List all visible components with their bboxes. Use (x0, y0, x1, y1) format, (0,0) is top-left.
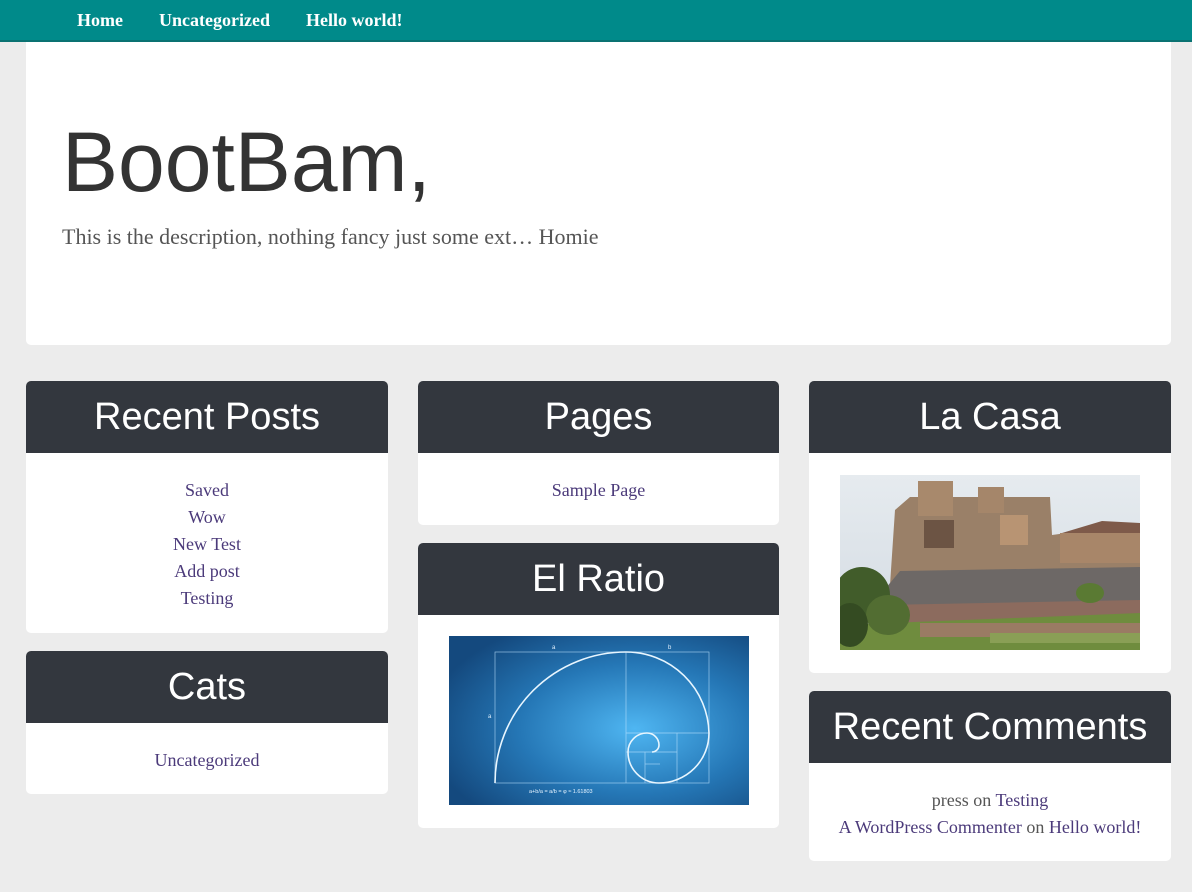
el-ratio-widget: El Ratio a b a a+b/a = a/b = φ ≈ 1.61803 (418, 543, 779, 828)
page-link[interactable]: Sample Page (552, 480, 645, 500)
categories-widget: Cats Uncategorized (26, 651, 388, 794)
site-description: This is the description, nothing fancy j… (62, 224, 599, 249)
top-navigation: Home Uncategorized Hello world! (0, 0, 1192, 42)
pages-list: Sample Page (418, 453, 779, 504)
recent-posts-widget: Recent Posts Saved Wow New Test Add post… (26, 381, 388, 633)
recent-comments-list: press on Testing A WordPress Commenter o… (809, 763, 1171, 841)
list-item: Saved (26, 477, 388, 504)
list-item: Uncategorized (26, 747, 388, 774)
nav-uncategorized-link[interactable]: Uncategorized (159, 10, 270, 31)
post-link[interactable]: Testing (181, 588, 234, 608)
post-link[interactable]: New Test (173, 534, 241, 554)
site-title: BootBam, (62, 115, 431, 209)
list-item: Wow (26, 504, 388, 531)
comment-post-link[interactable]: Hello world! (1049, 817, 1141, 837)
comment-post-link[interactable]: Testing (995, 790, 1048, 810)
widget-title: Recent Posts (26, 381, 388, 453)
ratio-formula: a+b/a = a/b = φ ≈ 1.61803 (529, 789, 593, 795)
list-item: New Test (26, 531, 388, 558)
widget-title: La Casa (809, 381, 1171, 453)
site-header: BootBam, This is the description, nothin… (26, 42, 1171, 345)
list-item: Testing (26, 585, 388, 612)
nav-hello-world-link[interactable]: Hello world! (306, 10, 403, 31)
recent-comments-widget: Recent Comments press on Testing A WordP… (809, 691, 1171, 861)
widget-title: Cats (26, 651, 388, 723)
comment-connector: on (1026, 817, 1045, 837)
post-link[interactable]: Add post (174, 561, 240, 581)
post-link[interactable]: Wow (188, 507, 226, 527)
recent-posts-list: Saved Wow New Test Add post Testing (26, 453, 388, 612)
widget-title: Recent Comments (809, 691, 1171, 763)
category-link[interactable]: Uncategorized (155, 750, 260, 770)
list-item: press on Testing (809, 787, 1171, 814)
comment-author-link[interactable]: A WordPress Commenter (839, 817, 1022, 837)
la-casa-widget: La Casa (809, 381, 1171, 673)
list-item: Add post (26, 558, 388, 585)
widget-title: Pages (418, 381, 779, 453)
pages-widget: Pages Sample Page (418, 381, 779, 525)
list-item: A WordPress Commenter on Hello world! (809, 814, 1171, 841)
golden-ratio-image: a b a a+b/a = a/b = φ ≈ 1.61803 (449, 636, 749, 805)
comment-author: press (931, 790, 969, 810)
nav-home-link[interactable]: Home (77, 10, 123, 31)
widget-title: El Ratio (418, 543, 779, 615)
categories-list: Uncategorized (26, 723, 388, 774)
comment-connector: on (973, 790, 992, 810)
post-link[interactable]: Saved (185, 480, 229, 500)
list-item: Sample Page (418, 477, 779, 504)
building-photo (840, 475, 1140, 650)
